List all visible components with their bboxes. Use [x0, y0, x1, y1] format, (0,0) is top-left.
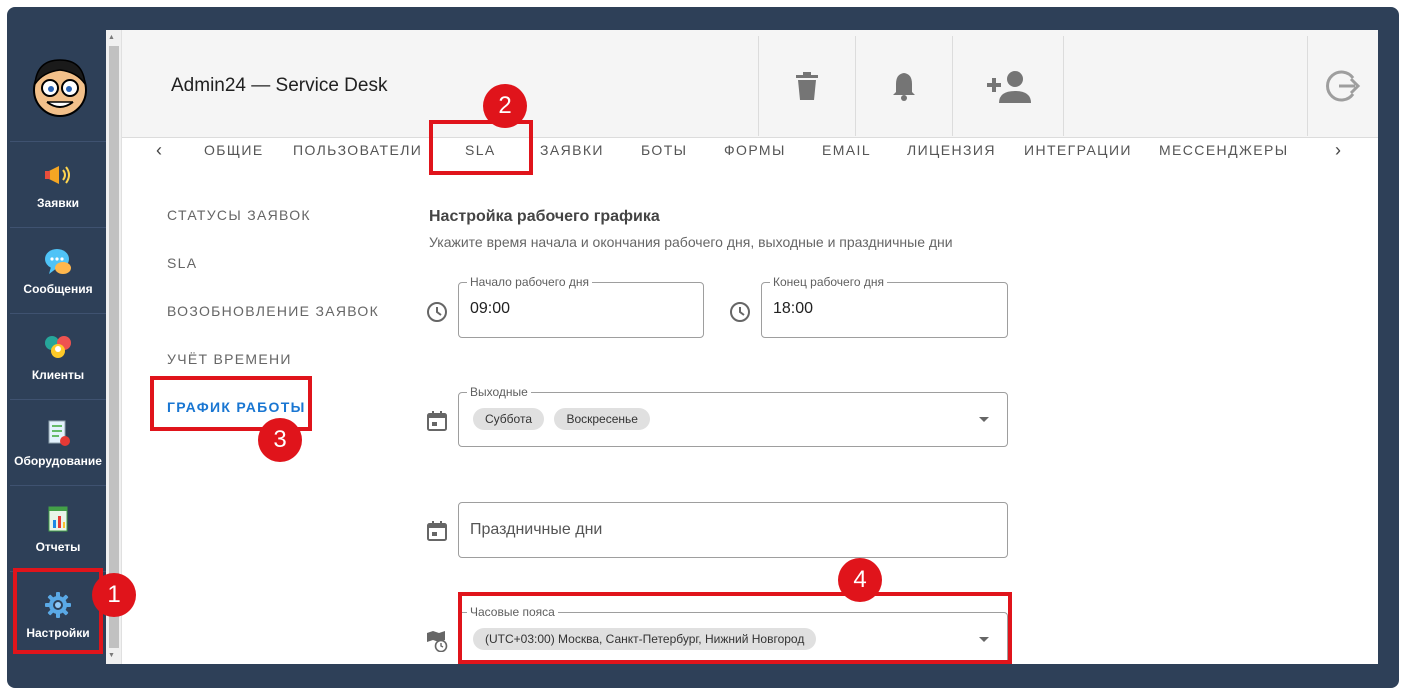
tab-integrations[interactable]: ИНТЕГРАЦИИ [1024, 142, 1132, 158]
annotation-badge-4: 4 [838, 558, 882, 602]
end-time-value: 18:00 [773, 300, 814, 317]
weekends-select[interactable]: Выходные Суббота Воскресенье [458, 385, 1008, 447]
annotation-badge-2: 2 [483, 84, 527, 128]
sidebar-item-label: Отчеты [35, 540, 81, 554]
end-time-field[interactable]: Конец рабочего дня 18:00 [761, 275, 1008, 338]
calendar-icon [427, 521, 447, 541]
avatar[interactable] [27, 54, 93, 120]
megaphone-icon [45, 166, 70, 184]
scrollbar-thumb[interactable] [109, 46, 119, 648]
holidays-field[interactable]: Праздничные дни [458, 502, 1008, 558]
tab-license[interactable]: ЛИЦЕНЗИЯ [907, 142, 996, 158]
annotation-badge-3: 3 [258, 418, 302, 462]
app-title: Admin24 — Service Desk [171, 75, 388, 96]
sidebar-item-label: Клиенты [31, 368, 85, 382]
sidebar-item-label: Заявки [37, 196, 79, 210]
menu-ticket-statuses[interactable]: СТАТУСЫ ЗАЯВОК [167, 207, 311, 223]
annotation-badge-1: 1 [92, 573, 136, 617]
weekends-label: Выходные [467, 385, 531, 399]
tab-messengers[interactable]: МЕССЕНДЖЕРЫ [1159, 142, 1289, 158]
logout-icon [1326, 70, 1361, 102]
trash-icon [796, 72, 818, 100]
section-subtitle: Укажите время начала и окончания рабочег… [429, 234, 953, 250]
clock-icon [730, 302, 750, 322]
calendar-icon [427, 411, 447, 431]
tab-email[interactable]: EMAIL [822, 142, 871, 158]
tab-general[interactable]: ОБЩИЕ [204, 142, 264, 158]
menu-ticket-reopen[interactable]: ВОЗОБНОВЛЕНИЕ ЗАЯВОК [167, 303, 379, 319]
notifications-button[interactable] [855, 36, 952, 136]
annotation-box-sla-tab [429, 120, 533, 175]
logout-button[interactable] [1307, 36, 1378, 136]
weekend-chip[interactable]: Воскресенье [554, 408, 650, 430]
dropdown-arrow-icon[interactable] [979, 417, 989, 422]
reports-icon [48, 506, 68, 532]
start-time-label: Начало рабочего дня [467, 275, 592, 289]
start-time-value: 09:00 [470, 300, 511, 317]
tabs-next-chevron-icon[interactable]: › [1335, 140, 1341, 161]
add-user-button[interactable] [952, 36, 1063, 136]
scroll-down-arrow-icon[interactable]: ▼ [108, 652, 115, 659]
holidays-placeholder: Праздничные дни [470, 521, 603, 538]
sidebar-item-equipment[interactable]: Оборудование [10, 399, 106, 485]
clock-icon [427, 302, 447, 322]
sidebar-item-messages[interactable]: Сообщения [10, 227, 106, 313]
end-time-label: Конец рабочего дня [770, 275, 887, 289]
sidebar-item-label: Сообщения [23, 282, 93, 296]
add-user-icon [987, 71, 1031, 103]
tab-bots[interactable]: БОТЫ [641, 142, 687, 158]
delete-button[interactable] [758, 36, 855, 136]
header-spacer [1063, 36, 1307, 136]
equipment-icon [48, 420, 70, 446]
tab-users[interactable]: ПОЛЬЗОВАТЕЛИ [293, 142, 422, 158]
sidebar-item-label: Оборудование [14, 454, 102, 468]
tabs-prev-chevron-icon[interactable]: ‹ [156, 140, 162, 161]
clients-icon [45, 336, 71, 358]
start-time-field[interactable]: Начало рабочего дня 09:00 [458, 275, 704, 338]
menu-time-tracking[interactable]: УЧЁТ ВРЕМЕНИ [167, 351, 292, 367]
annotation-box-settings [13, 568, 103, 654]
annotation-box-timezone [458, 592, 1012, 664]
sidebar-item-clients[interactable]: Клиенты [10, 313, 106, 399]
sidebar-item-tickets[interactable]: Заявки [10, 141, 106, 227]
chat-bubble-icon [45, 249, 71, 274]
tab-forms[interactable]: ФОРМЫ [724, 142, 786, 158]
scroll-up-arrow-icon[interactable]: ▲ [108, 34, 115, 41]
sidebar-item-reports[interactable]: Отчеты [10, 485, 106, 571]
tab-tickets[interactable]: ЗАЯВКИ [540, 142, 604, 158]
section-title: Настройка рабочего графика [429, 208, 660, 225]
menu-sla[interactable]: SLA [167, 255, 197, 271]
weekend-chip[interactable]: Суббота [473, 408, 544, 430]
bell-icon [893, 73, 915, 101]
map-clock-icon [427, 631, 448, 652]
